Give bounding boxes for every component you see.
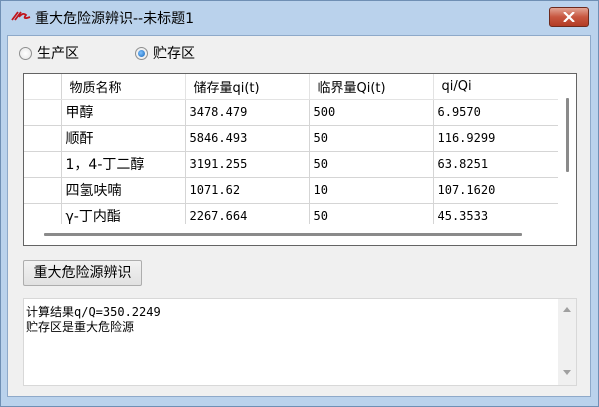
app-logo-icon — [11, 11, 31, 21]
grid-header-row: 物质名称 储存量qi(t) 临界量Qi(t) qi/Qi — [24, 74, 560, 100]
substance-grid[interactable]: 物质名称 储存量qi(t) 临界量Qi(t) qi/Qi 甲醇 3478.479… — [23, 73, 577, 246]
cell-substance-name[interactable]: 1，4-丁二醇 — [61, 151, 186, 178]
cell-ratio[interactable]: 63.8251 — [433, 151, 560, 178]
title-bar[interactable]: 重大危险源辨识--未标题1 — [1, 1, 598, 35]
column-header-substance-name[interactable]: 物质名称 — [61, 74, 186, 100]
identify-hazard-button[interactable]: 重大危险源辨识 — [23, 260, 142, 286]
scroll-down-arrow-icon[interactable] — [563, 370, 571, 375]
scroll-up-arrow-icon[interactable] — [563, 307, 571, 312]
radio-storage-area[interactable]: 贮存区 — [135, 45, 195, 62]
table-row[interactable]: 四氢呋喃 1071.62 10 107.1620 — [24, 177, 560, 204]
substance-table: 物质名称 储存量qi(t) 临界量Qi(t) qi/Qi 甲醇 3478.479… — [24, 74, 560, 230]
column-header-critical[interactable]: 临界量Qi(t) — [309, 74, 434, 100]
scrollbar-thumb[interactable] — [566, 98, 569, 172]
cell-substance-name[interactable]: 甲醇 — [61, 99, 186, 126]
row-header[interactable] — [24, 177, 62, 204]
cell-critical[interactable]: 50 — [309, 151, 434, 178]
cell-ratio[interactable]: 6.9570 — [433, 99, 560, 126]
row-header[interactable] — [24, 151, 62, 178]
radio-indicator — [135, 46, 148, 60]
cell-ratio[interactable]: 107.1620 — [433, 177, 560, 204]
cell-critical[interactable]: 50 — [309, 125, 434, 152]
grid-horizontal-scrollbar[interactable] — [24, 224, 576, 245]
table-row[interactable]: 顺酐 5846.493 50 116.9299 — [24, 125, 560, 152]
cell-substance-name[interactable]: 顺酐 — [61, 125, 186, 152]
client-area: 生产区 贮存区 物质名称 储存量qi(t) 临界量Qi(t) qi/Qi 甲醇 … — [7, 35, 591, 397]
radio-indicator — [19, 46, 32, 60]
grid-vertical-scrollbar[interactable] — [558, 74, 576, 224]
scrollbar-thumb[interactable] — [44, 233, 522, 236]
row-header[interactable] — [24, 125, 62, 152]
column-header-storage[interactable]: 储存量qi(t) — [185, 74, 310, 100]
radio-production-area[interactable]: 生产区 — [19, 45, 79, 62]
cell-critical[interactable]: 500 — [309, 99, 434, 126]
cell-critical[interactable]: 10 — [309, 177, 434, 204]
row-header[interactable] — [24, 99, 62, 126]
result-scrollbar[interactable] — [558, 299, 576, 385]
column-header-ratio[interactable]: qi/Qi — [433, 74, 560, 100]
window-title: 重大危险源辨识--未标题1 — [35, 11, 195, 27]
result-textbox[interactable]: 计算结果q/Q=350.2249 贮存区是重大危险源 — [23, 298, 577, 386]
cell-substance-name[interactable]: 四氢呋喃 — [61, 177, 186, 204]
close-icon — [563, 12, 575, 22]
cell-storage[interactable]: 3478.479 — [185, 99, 310, 126]
table-row[interactable]: 1，4-丁二醇 3191.255 50 63.8251 — [24, 151, 560, 178]
row-header-corner — [24, 74, 62, 100]
cell-storage[interactable]: 3191.255 — [185, 151, 310, 178]
main-window: 重大危险源辨识--未标题1 生产区 贮存区 物质名称 储存量qi(t) 临界量Q… — [0, 0, 599, 407]
cell-storage[interactable]: 5846.493 — [185, 125, 310, 152]
result-line: 贮存区是重大危险源 — [26, 320, 135, 334]
table-row[interactable]: 甲醇 3478.479 500 6.9570 — [24, 99, 560, 126]
close-button[interactable] — [549, 7, 589, 27]
cell-storage[interactable]: 1071.62 — [185, 177, 310, 204]
radio-label: 生产区 — [37, 46, 79, 62]
cell-ratio[interactable]: 116.9299 — [433, 125, 560, 152]
radio-label: 贮存区 — [153, 46, 195, 62]
